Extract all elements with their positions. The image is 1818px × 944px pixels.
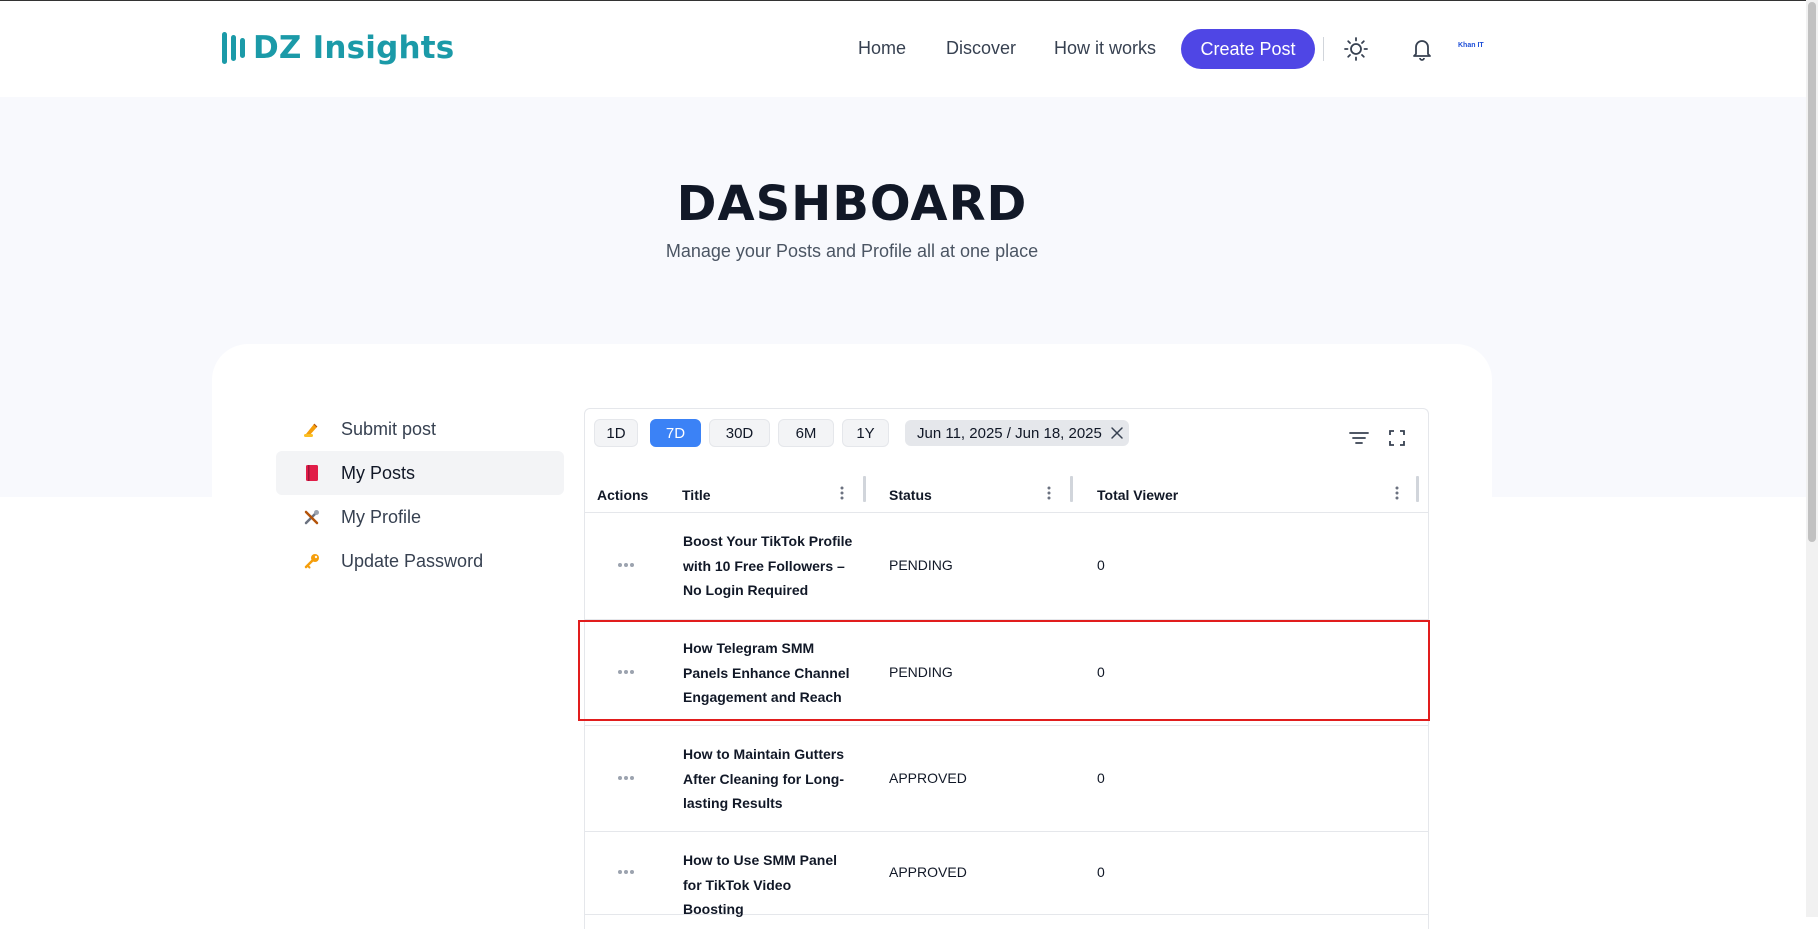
post-status: PENDING (889, 664, 953, 680)
table-row[interactable]: Boost Your TikTok Profile with 10 Free F… (585, 513, 1428, 620)
writing-hand-icon (302, 419, 322, 439)
create-post-button[interactable]: Create Post (1181, 29, 1315, 69)
tools-icon (302, 507, 322, 527)
post-title[interactable]: How Telegram SMM Panels Enhance Channel … (683, 636, 855, 710)
logo-bars-icon (222, 29, 245, 67)
sidebar-item-my-posts[interactable]: My Posts (276, 451, 564, 495)
post-status: APPROVED (889, 770, 967, 786)
sidebar-item-label: My Posts (341, 462, 416, 483)
range-chip-7d[interactable]: 7D (650, 419, 701, 447)
post-viewer-count: 0 (1097, 770, 1105, 786)
close-icon[interactable] (1110, 426, 1124, 440)
nav-discover[interactable]: Discover (946, 28, 1016, 68)
sidebar-item-my-profile[interactable]: My Profile (276, 495, 564, 539)
filter-icon[interactable] (1347, 426, 1371, 450)
post-status: APPROVED (889, 864, 967, 880)
table-row[interactable]: How to Use SMM Panel for TikTok Video Bo… (585, 831, 1428, 917)
sidebar-item-label: Update Password (341, 550, 484, 571)
book-icon (302, 463, 322, 483)
column-resize-handle[interactable] (1070, 476, 1073, 502)
table-row[interactable]: How to Maintain Gutters After Cleaning f… (585, 725, 1428, 832)
scrollbar-thumb[interactable] (1808, 2, 1816, 542)
column-resize-handle[interactable] (1416, 476, 1419, 502)
column-menu-icon[interactable] (836, 481, 848, 505)
date-range-chip[interactable]: Jun 11, 2025 / Jun 18, 2025 (905, 420, 1129, 446)
post-title[interactable]: How to Use SMM Panel for TikTok Video Bo… (683, 848, 855, 922)
fullscreen-icon[interactable] (1385, 426, 1409, 450)
sidebar-item-label: My Profile (341, 506, 422, 527)
page-title: DASHBOARD (676, 176, 1028, 232)
post-viewer-count: 0 (1097, 557, 1105, 573)
range-chip-6m[interactable]: 6M (778, 419, 834, 447)
column-menu-icon[interactable] (1391, 481, 1403, 505)
more-actions-icon[interactable] (615, 862, 637, 882)
posts-table: 1D 7D 30D 6M 1Y Jun 11, 2025 / Jun 18, 2… (584, 408, 1429, 929)
post-viewer-count: 0 (1097, 664, 1105, 680)
nav-home[interactable]: Home (858, 28, 906, 68)
more-actions-icon[interactable] (615, 662, 637, 682)
column-header-status[interactable]: Status (889, 487, 932, 503)
date-range-text: Jun 11, 2025 / Jun 18, 2025 (917, 424, 1102, 442)
more-actions-icon[interactable] (615, 555, 637, 575)
column-menu-icon[interactable] (1043, 481, 1055, 505)
table-row[interactable]: How Telegram SMM Panels Enhance Channel … (585, 619, 1428, 726)
sidebar-item-submit-post[interactable]: Submit post (276, 407, 564, 451)
page-subtitle: Manage your Posts and Profile all at one… (665, 241, 1039, 261)
nav-how-it-works[interactable]: How it works (1054, 28, 1156, 68)
more-actions-icon[interactable] (615, 768, 637, 788)
post-title[interactable]: Boost Your TikTok Profile with 10 Free F… (683, 529, 855, 603)
range-chip-1d[interactable]: 1D (594, 419, 638, 447)
header-divider (1323, 37, 1324, 61)
page-scrollbar[interactable] (1806, 0, 1818, 917)
post-status: PENDING (889, 557, 953, 573)
notification-bell-icon[interactable] (1407, 34, 1437, 64)
theme-toggle-sun-icon[interactable] (1341, 34, 1371, 64)
logo[interactable]: DZ Insights (222, 29, 454, 67)
range-chip-30d[interactable]: 30D (709, 419, 770, 447)
key-icon (302, 551, 322, 571)
sidebar-item-update-password[interactable]: Update Password (276, 539, 564, 583)
column-header-title[interactable]: Title (682, 487, 711, 503)
logo-text: DZ Insights (253, 30, 455, 66)
sidebar-item-label: Submit post (341, 418, 437, 439)
column-header-actions: Actions (597, 487, 649, 503)
column-resize-handle[interactable] (863, 476, 866, 502)
post-title[interactable]: How to Maintain Gutters After Cleaning f… (683, 742, 855, 816)
range-chip-1y[interactable]: 1Y (842, 419, 889, 447)
post-viewer-count: 0 (1097, 864, 1105, 880)
user-avatar[interactable]: Khan IT (1458, 42, 1484, 49)
column-header-total-viewer[interactable]: Total Viewer (1097, 487, 1178, 503)
